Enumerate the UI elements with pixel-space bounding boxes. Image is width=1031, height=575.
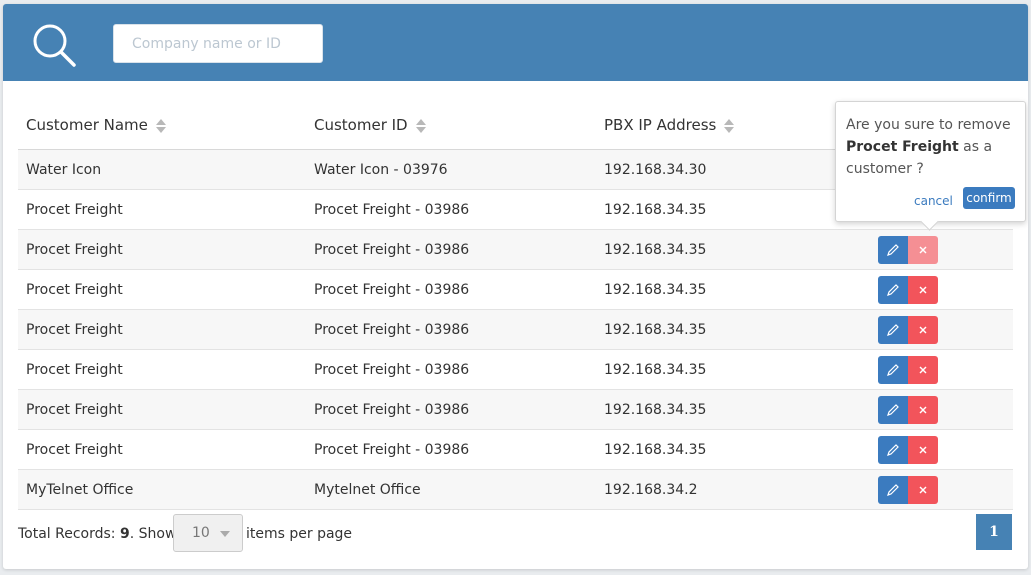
close-icon [919, 366, 927, 373]
row-actions [858, 229, 1013, 270]
search-icon[interactable] [31, 22, 77, 68]
cell-name: Procet Freight [18, 309, 306, 350]
edit-button[interactable] [878, 435, 908, 464]
cell-id: Procet Freight - 03986 [306, 389, 596, 430]
sort-icon[interactable] [155, 118, 166, 134]
column-header-customer-name[interactable]: Customer Name [18, 101, 306, 150]
cell-ip: 192.168.34.35 [596, 189, 858, 230]
delete-button[interactable] [908, 435, 938, 464]
delete-confirm-popover: Are you sure to remove Procet Freight as… [835, 101, 1026, 222]
row-actions [858, 309, 1013, 350]
total-records: Total Records: 9. Show [18, 526, 177, 542]
cell-ip: 192.168.34.35 [596, 309, 858, 350]
close-icon [919, 406, 927, 413]
row-actions [858, 469, 1013, 510]
sort-icon[interactable] [415, 118, 426, 134]
edit-button[interactable] [878, 315, 908, 344]
pencil-icon [887, 283, 899, 296]
cell-name: Procet Freight [18, 189, 306, 230]
column-header-customer-id[interactable]: Customer ID [306, 101, 596, 150]
row-actions [858, 349, 1013, 390]
sort-icon[interactable] [724, 118, 735, 134]
row-actions [858, 269, 1013, 310]
cell-name: Procet Freight [18, 389, 306, 430]
pencil-icon [887, 323, 899, 336]
chevron-down-icon [220, 531, 230, 537]
cell-name: Water Icon [18, 149, 306, 190]
cell-id: Procet Freight - 03986 [306, 269, 596, 310]
delete-button[interactable] [908, 275, 938, 304]
pencil-icon [887, 483, 899, 496]
confirm-button[interactable]: confirm [963, 187, 1015, 209]
items-per-page-select[interactable]: 10 [173, 514, 243, 552]
edit-button[interactable] [878, 275, 908, 304]
search-bar [3, 4, 1028, 81]
table-row: MyTelnet Office Mytelnet Office 192.168.34… [18, 469, 1013, 510]
delete-button[interactable] [908, 395, 938, 424]
cell-ip: 192.168.34.35 [596, 269, 858, 310]
close-icon [919, 286, 927, 293]
cell-id: Water Icon - 03976 [306, 149, 596, 190]
delete-button[interactable] [908, 475, 938, 504]
row-actions [858, 389, 1013, 430]
items-per-page-label: items per page [246, 526, 353, 542]
pencil-icon [887, 403, 899, 416]
cell-name: Procet Freight [18, 429, 306, 470]
table-row: Procet Freight Procet Freight - 03986 192.… [18, 389, 1013, 430]
cell-name: Procet Freight [18, 229, 306, 270]
cell-ip: 192.168.34.35 [596, 429, 858, 470]
table-row: Procet Freight Procet Freight - 03986 192.… [18, 269, 1013, 310]
cell-ip: 192.168.34.35 [596, 229, 858, 270]
delete-button[interactable] [908, 355, 938, 384]
close-icon [919, 486, 927, 493]
cell-name: Procet Freight [18, 349, 306, 390]
cell-id: Procet Freight - 03986 [306, 229, 596, 270]
pencil-icon [887, 363, 899, 376]
cell-id: Procet Freight - 03986 [306, 189, 596, 230]
pencil-icon [887, 243, 899, 256]
table-row: Procet Freight Procet Freight - 03986 192.… [18, 309, 1013, 350]
cell-id: Mytelnet Office [306, 469, 596, 510]
cell-id: Procet Freight - 03986 [306, 309, 596, 350]
table-row: Procet Freight Procet Freight - 03986 192.… [18, 349, 1013, 390]
edit-button[interactable] [878, 355, 908, 384]
cell-id: Procet Freight - 03986 [306, 429, 596, 470]
delete-button[interactable] [908, 315, 938, 344]
cell-ip: 192.168.34.35 [596, 349, 858, 390]
column-header-pbx-ip[interactable]: PBX IP Address [596, 101, 858, 150]
edit-button[interactable] [878, 395, 908, 424]
pagination-page-button[interactable]: 1 [976, 514, 1012, 550]
edit-button[interactable] [878, 475, 908, 504]
cell-ip: 192.168.34.30 [596, 149, 858, 190]
table-row: Procet Freight Procet Freight - 03986 192.… [18, 229, 1013, 270]
close-icon [919, 446, 927, 453]
edit-button[interactable] [878, 235, 908, 264]
cell-ip: 192.168.34.2 [596, 469, 858, 510]
pencil-icon [887, 443, 899, 456]
popover-message: Are you sure to remove Procet Freight as… [846, 117, 1011, 177]
search-input[interactable] [113, 24, 323, 63]
close-icon [919, 326, 927, 333]
delete-button[interactable] [908, 235, 938, 264]
cell-id: Procet Freight - 03986 [306, 349, 596, 390]
close-icon [919, 246, 927, 253]
row-actions [858, 429, 1013, 470]
cell-name: MyTelnet Office [18, 469, 306, 510]
cancel-button[interactable]: cancel [914, 194, 953, 208]
table-row: Procet Freight Procet Freight - 03986 192.… [18, 429, 1013, 470]
customers-card: Customer Name Customer ID PBX IP Address… [3, 4, 1028, 569]
cell-ip: 192.168.34.35 [596, 389, 858, 430]
cell-name: Procet Freight [18, 269, 306, 310]
